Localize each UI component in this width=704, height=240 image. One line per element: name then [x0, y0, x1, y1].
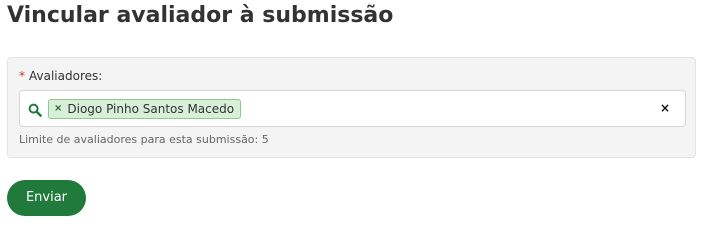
page-title: Vincular avaliador à submissão: [7, 3, 394, 28]
reviewers-label-text: Avaliadores:: [29, 69, 103, 83]
remove-reviewer-icon[interactable]: ×: [54, 100, 62, 118]
selected-reviewer-chip: × Diogo Pinho Santos Macedo: [48, 99, 242, 119]
selected-reviewer-name: Diogo Pinho Santos Macedo: [67, 102, 235, 116]
reviewers-select-input[interactable]: × Diogo Pinho Santos Macedo ×: [19, 90, 686, 127]
reviewers-field-label: * Avaliadores:: [19, 68, 102, 84]
clear-selection-icon[interactable]: ×: [660, 100, 670, 116]
search-icon: [28, 102, 42, 117]
submit-button[interactable]: Enviar: [7, 180, 86, 216]
reviewers-limit-help: Limite de avaliadores para esta submissã…: [19, 133, 269, 146]
required-marker: *: [19, 69, 25, 83]
page: Vincular avaliador à submissão * Avaliado…: [0, 0, 704, 222]
reviewers-form-panel: * Avaliadores: × Diogo Pinho Santos Maced…: [7, 57, 696, 158]
